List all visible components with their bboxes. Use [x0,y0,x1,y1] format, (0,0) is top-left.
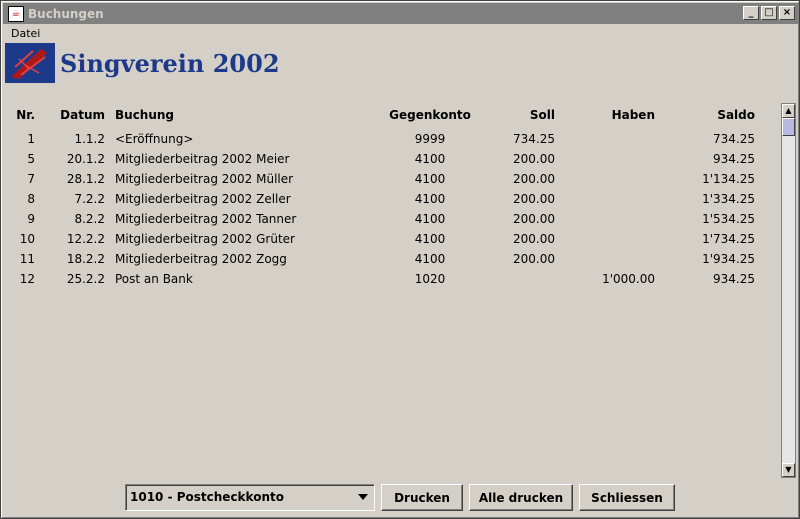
print-all-button[interactable]: Alle drucken [469,484,573,511]
cell-datum: 25.2.2 [66,272,105,286]
table-row[interactable]: 8 7.2.2 Mitgliederbeitrag 2002 Zeller 41… [7,189,779,209]
singverein-logo [5,43,55,83]
title-bar[interactable]: ☕ Buchungen _ □ × [3,3,799,24]
scroll-up-icon[interactable]: ▲ [782,104,795,118]
cell-haben [567,129,655,149]
window-controls: _ □ × [743,6,795,20]
table-row[interactable]: 7 28.1.2 Mitgliederbeitrag 2002 Müller 4… [7,169,779,189]
window-title: Buchungen [28,6,104,21]
cell-nr: 12 [19,272,35,286]
minimize-icon[interactable]: _ [743,6,759,20]
cell-datum: 20.1.2 [66,152,105,166]
table-row[interactable]: 1 1.1.2 <Eröffnung> 9999 734.25 734.25 [7,129,779,149]
app-header: Singverein 2002 [5,43,280,83]
cell-soll: 200.00 [513,212,555,226]
cell-haben [567,169,655,189]
cell-nr: 7 [27,172,35,186]
cell-saldo: 1'934.25 [702,252,755,266]
column-header-saldo[interactable]: Saldo [667,105,755,125]
cell-datum: 8.2.2 [74,212,105,226]
table-row[interactable]: 12 25.2.2 Post an Bank 1020 1'000.00 934… [7,269,779,289]
cell-datum: 12.2.2 [66,232,105,246]
maximize-icon[interactable]: □ [761,6,777,20]
account-select-value: 1010 - Postcheckkonto [130,490,284,504]
cell-buchung: Mitgliederbeitrag 2002 Müller [115,172,294,186]
cell-haben [567,229,655,249]
chevron-down-icon[interactable] [358,494,368,500]
close-icon[interactable]: × [779,6,795,20]
cell-haben [567,149,655,169]
cell-soll: 200.00 [513,192,555,206]
vertical-scrollbar[interactable]: ▲ ▼ [781,103,796,478]
cell-saldo: 1'134.25 [702,172,755,186]
scroll-thumb[interactable] [782,118,795,136]
action-bar: 1010 - Postcheckkonto Drucken Alle druck… [125,484,675,511]
column-header-soll[interactable]: Soll [467,105,555,125]
column-header-datum[interactable]: Datum [47,105,105,125]
menu-bar: Datei [3,25,799,41]
java-cup-icon: ☕ [8,5,24,22]
cell-datum: 28.1.2 [66,172,105,186]
table-header-row: Nr. Datum Buchung Gegenkonto Soll Haben … [7,105,779,125]
cell-nr: 10 [19,232,35,246]
cell-haben [567,189,655,209]
cell-saldo: 934.25 [713,272,755,286]
table-row[interactable]: 11 18.2.2 Mitgliederbeitrag 2002 Zogg 41… [7,249,779,269]
column-header-haben[interactable]: Haben [567,105,655,125]
account-select[interactable]: 1010 - Postcheckkonto [125,484,375,511]
cell-soll: 734.25 [513,132,555,146]
column-header-nr[interactable]: Nr. [7,105,35,125]
close-button[interactable]: Schliessen [579,484,675,511]
cell-soll: 200.00 [513,232,555,246]
cell-haben [567,209,655,229]
cell-datum: 7.2.2 [74,192,105,206]
cell-nr: 11 [19,252,35,266]
cell-buchung: Post an Bank [115,272,193,286]
main-window: ☕ Buchungen _ □ × Datei Singverein 2002 … [0,0,800,519]
column-header-buchung[interactable]: Buchung [115,105,375,125]
table-row[interactable]: 5 20.1.2 Mitgliederbeitrag 2002 Meier 41… [7,149,779,169]
cell-saldo: 934.25 [713,152,755,166]
table-row[interactable]: 10 12.2.2 Mitgliederbeitrag 2002 Grüter … [7,229,779,249]
cell-soll [467,269,555,289]
cell-nr: 1 [27,132,35,146]
cell-buchung: Mitgliederbeitrag 2002 Meier [115,152,290,166]
cell-soll: 200.00 [513,172,555,186]
cell-nr: 5 [27,152,35,166]
bookings-table: Nr. Datum Buchung Gegenkonto Soll Haben … [7,101,779,476]
scroll-down-icon[interactable]: ▼ [782,463,795,477]
cell-nr: 9 [27,212,35,226]
cell-haben: 1'000.00 [602,272,655,286]
cell-soll: 200.00 [513,152,555,166]
cell-buchung: Mitgliederbeitrag 2002 Tanner [115,212,297,226]
cell-haben [567,249,655,269]
cell-saldo: 1'334.25 [702,192,755,206]
cell-buchung: <Eröffnung> [115,132,194,146]
cell-datum: 18.2.2 [66,252,105,266]
cell-saldo: 1'534.25 [702,212,755,226]
cell-buchung: Mitgliederbeitrag 2002 Zeller [115,192,291,206]
cell-datum: 1.1.2 [74,132,105,146]
menu-datei[interactable]: Datei [3,27,48,40]
cell-saldo: 734.25 [713,132,755,146]
cell-nr: 8 [27,192,35,206]
cell-saldo: 1'734.25 [702,232,755,246]
app-title: Singverein 2002 [60,48,280,78]
cell-soll: 200.00 [513,252,555,266]
cell-buchung: Mitgliederbeitrag 2002 Zogg [115,252,287,266]
print-button[interactable]: Drucken [381,484,463,511]
cell-buchung: Mitgliederbeitrag 2002 Grüter [115,232,295,246]
table-row[interactable]: 9 8.2.2 Mitgliederbeitrag 2002 Tanner 41… [7,209,779,229]
